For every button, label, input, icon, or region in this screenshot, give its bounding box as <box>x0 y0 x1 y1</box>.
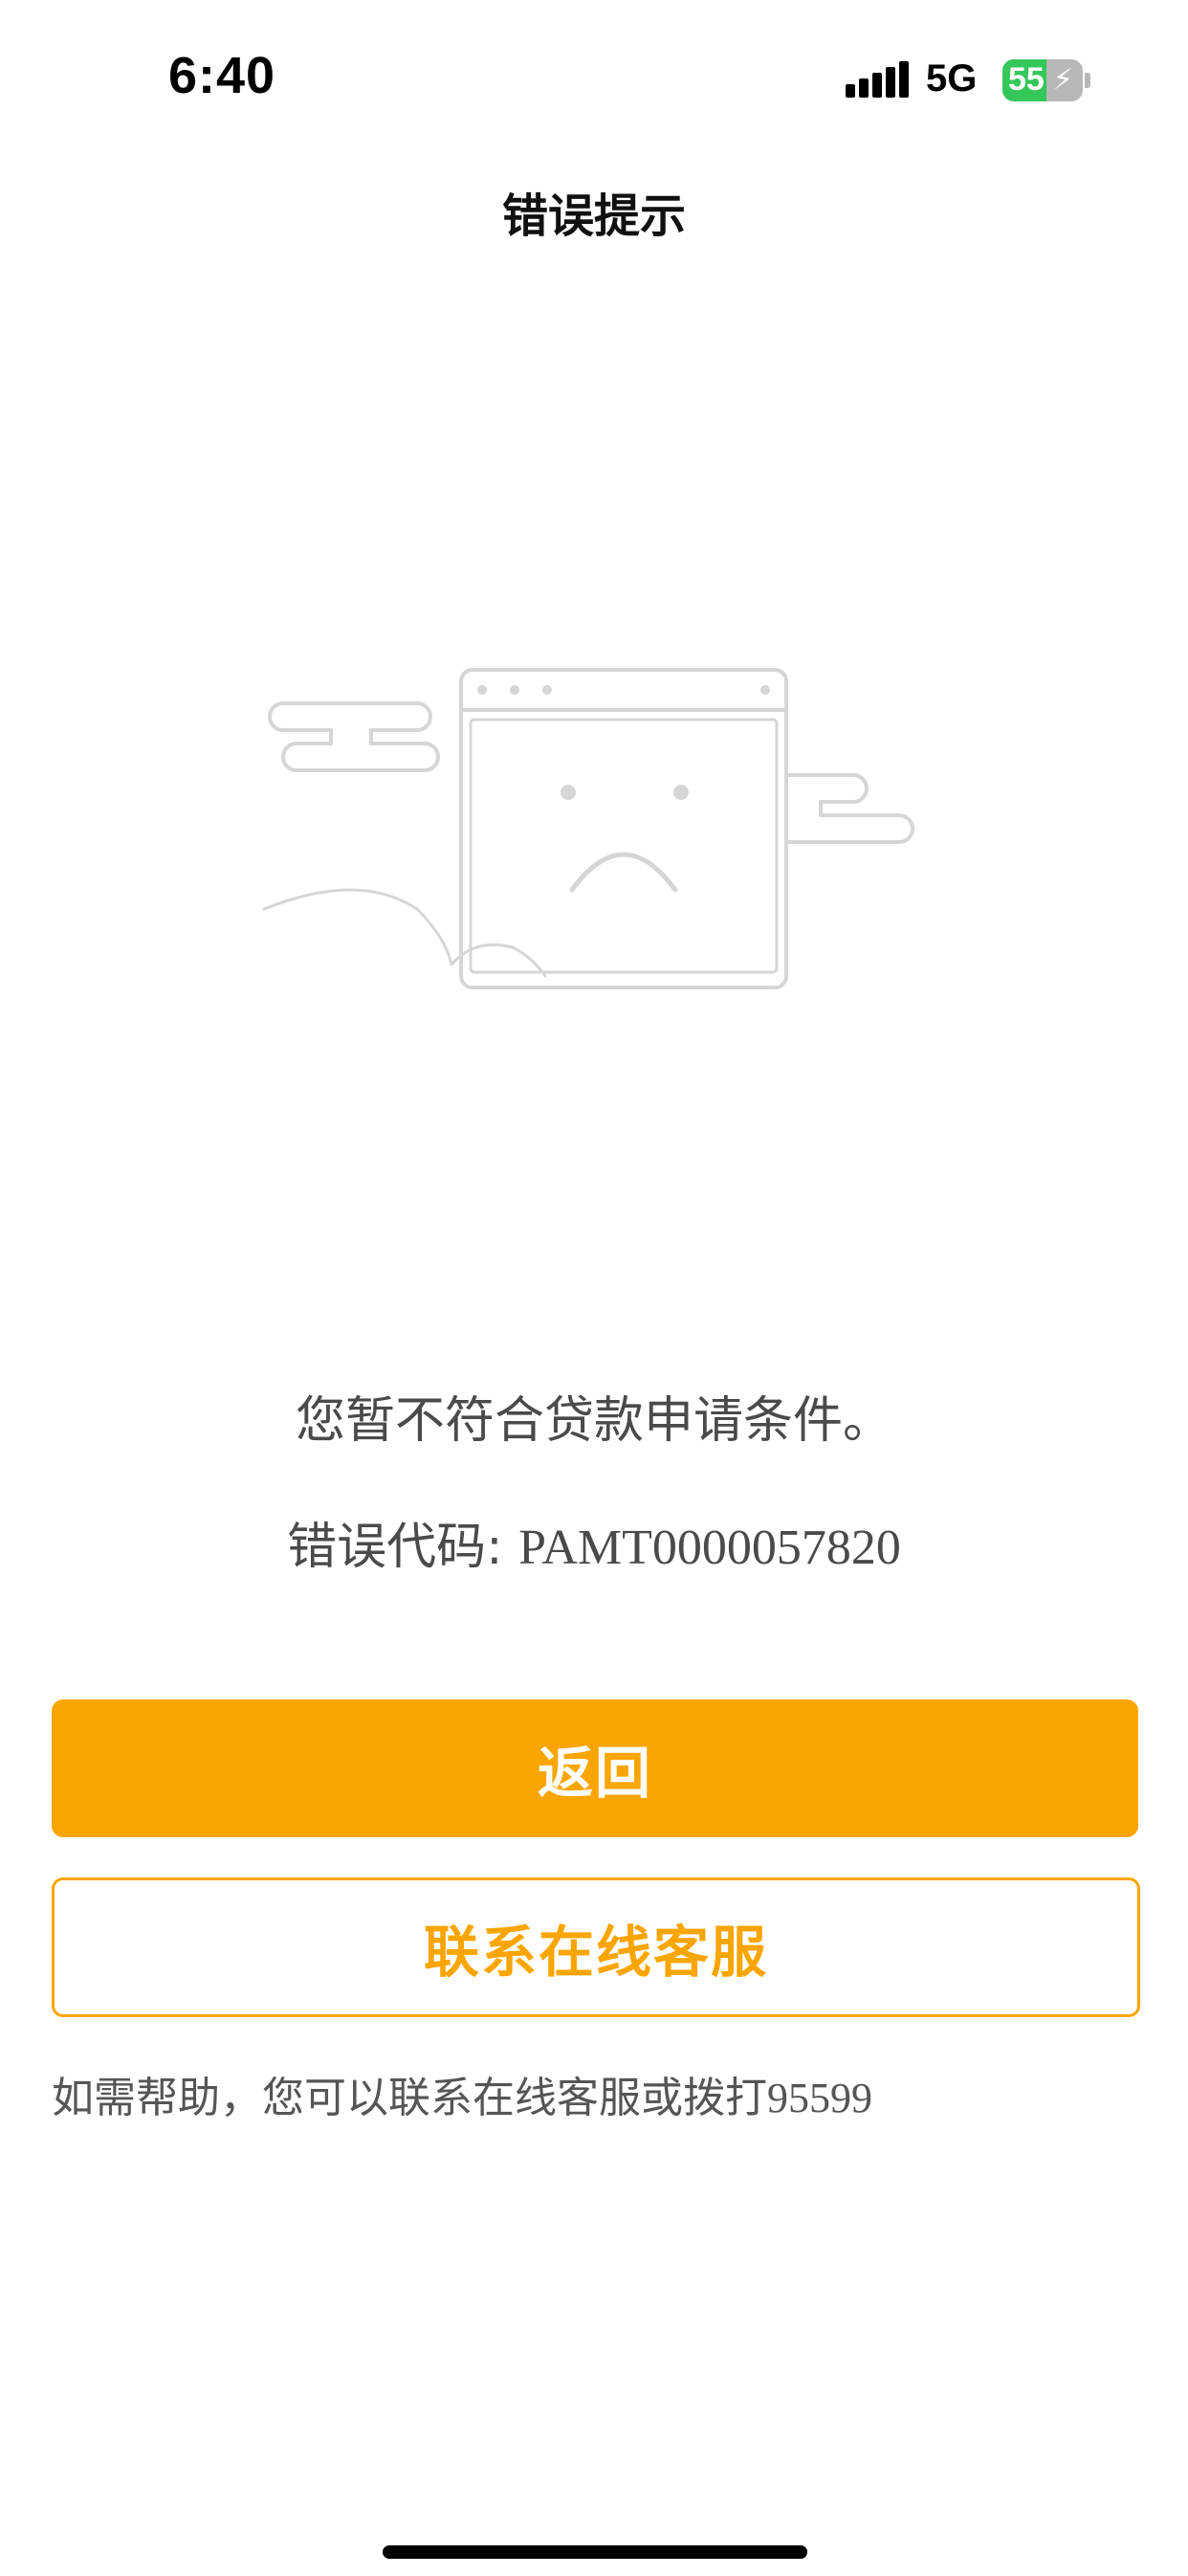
help-text-body: 如需帮助，您可以联系在线客服或拨打 <box>52 2074 767 2122</box>
battery-cap <box>1085 73 1090 88</box>
hill-shape <box>262 888 547 978</box>
face-eye-left <box>561 785 576 800</box>
face-frown <box>569 852 678 893</box>
help-text: 如需帮助，您可以联系在线客服或拨打95599 <box>52 2063 872 2124</box>
error-code-line: 错误代码: PAMT0000057820 <box>0 1506 1188 1578</box>
cloud-left-shape <box>268 701 440 772</box>
network-type: 5G <box>926 57 978 100</box>
error-message: 您暂不符合贷款申请条件。 <box>295 1392 892 1450</box>
help-phone-number[interactable]: 95599 <box>767 2075 872 2121</box>
window-dot-2 <box>510 685 519 695</box>
status-time: 6:40 <box>168 47 276 104</box>
window-dot-3 <box>542 685 552 695</box>
battery-level: 55 <box>1008 61 1045 98</box>
browser-content-frame <box>469 718 779 974</box>
sad-browser-window-illustration <box>262 668 914 989</box>
contact-online-service-button[interactable]: 联系在线客服 <box>52 1877 1140 2017</box>
back-button[interactable]: 返回 <box>52 1699 1138 1837</box>
face-eye-right <box>673 785 689 800</box>
battery-indicator: 55 ⚡ <box>1002 59 1083 101</box>
bolt-icon: ⚡ <box>1052 63 1073 97</box>
signal-bars-icon <box>846 61 909 98</box>
window-dot-1 <box>477 685 487 695</box>
window-dot-4 <box>760 685 770 695</box>
cloud-right-shape <box>784 773 914 844</box>
error-code-label: 错误代码: <box>287 1519 519 1576</box>
page-title: 错误提示 <box>501 189 686 243</box>
browser-window-frame <box>459 668 788 989</box>
status-bar: 6:40 5G 55 ⚡ <box>0 0 1188 144</box>
home-indicator[interactable] <box>383 2545 807 2559</box>
error-code-value: PAMT0000057820 <box>518 1521 901 1575</box>
